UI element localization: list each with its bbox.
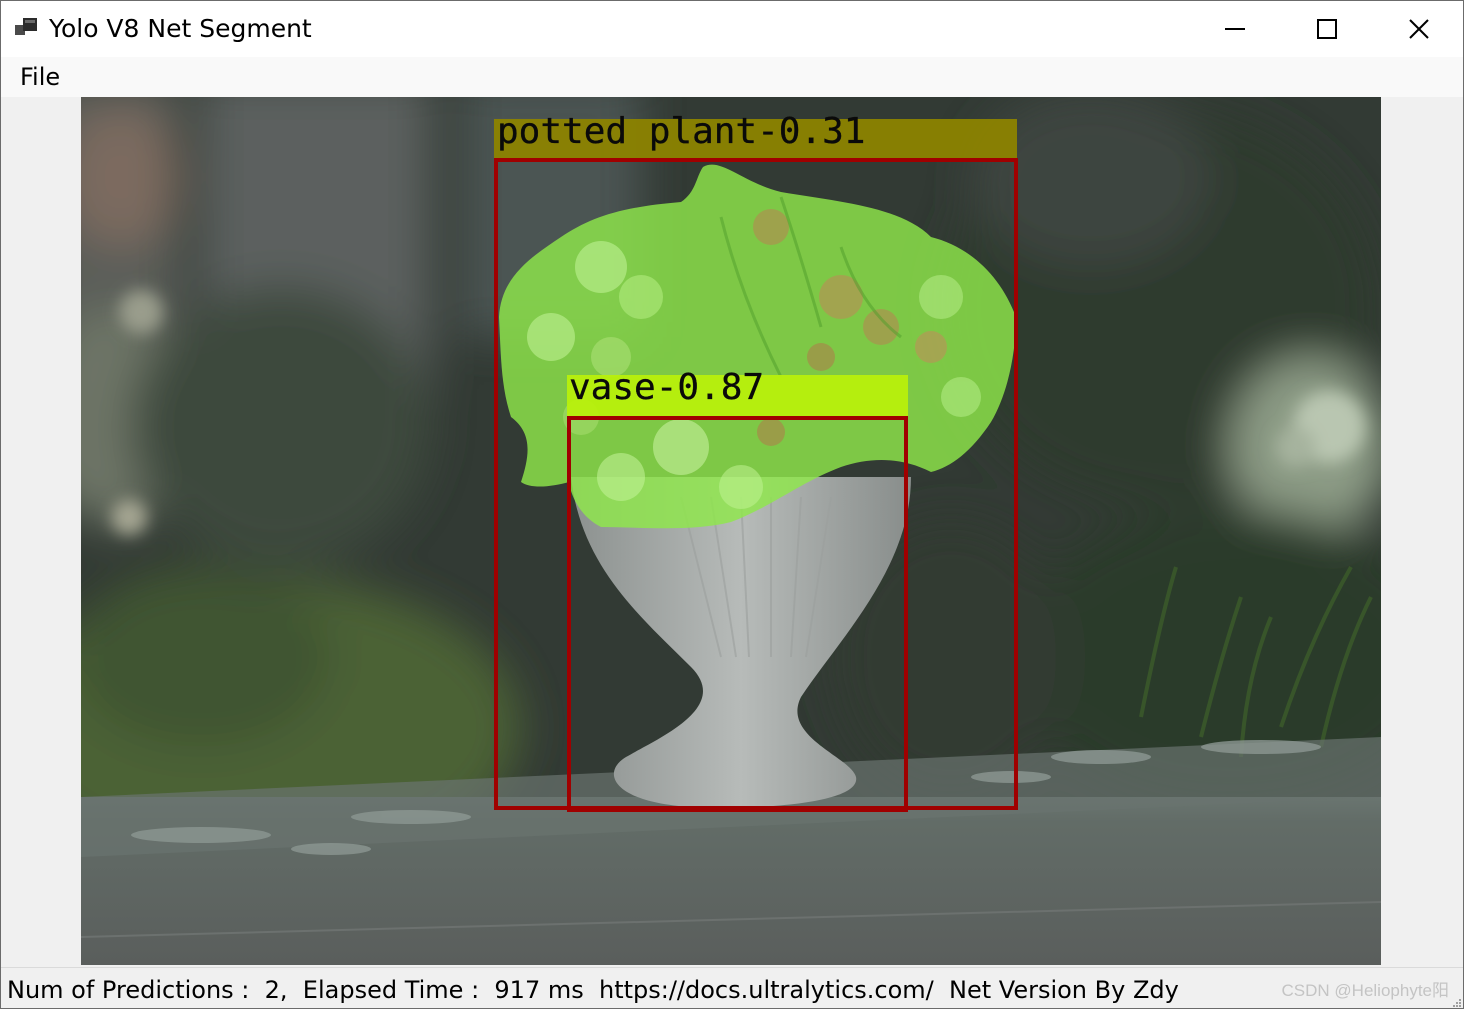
app-window: Yolo V8 Net Segment File potted plant-0.…: [0, 0, 1464, 1009]
close-button[interactable]: [1373, 1, 1463, 57]
detection-label-vase: vase-0.87: [569, 367, 764, 408]
menu-bar: File: [1, 57, 1463, 97]
detection-label-potted-plant: potted plant-0.31: [497, 111, 865, 152]
resize-grip-icon[interactable]: [1450, 996, 1462, 1008]
menu-file[interactable]: File: [11, 61, 69, 93]
app-icon: [15, 18, 37, 35]
title-bar[interactable]: Yolo V8 Net Segment: [1, 1, 1463, 57]
window-title: Yolo V8 Net Segment: [49, 14, 312, 43]
segmentation-canvas: potted plant-0.31 vase-0.87: [81, 97, 1381, 965]
status-bar: Num of Predictions : 2, Elapsed Time : 9…: [1, 967, 1463, 1008]
result-image: potted plant-0.31 vase-0.87: [81, 97, 1381, 965]
minimize-icon: [1225, 28, 1245, 30]
maximize-icon: [1317, 19, 1337, 39]
maximize-button[interactable]: [1281, 1, 1373, 57]
close-icon: [1409, 19, 1429, 39]
status-text: Num of Predictions : 2, Elapsed Time : 9…: [7, 976, 1179, 1004]
watermark: CSDN @Heliophyte阳: [1281, 981, 1449, 1000]
minimize-button[interactable]: [1189, 1, 1281, 57]
